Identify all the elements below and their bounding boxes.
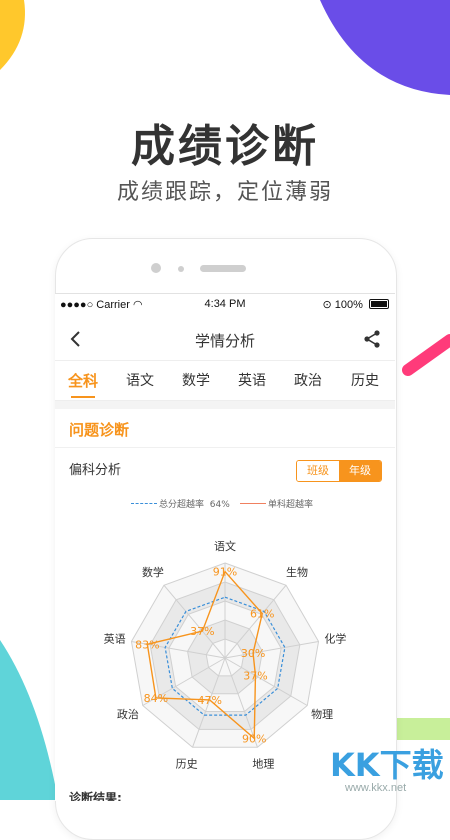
class-toggle-button[interactable]: 班级	[297, 461, 339, 481]
subject-bias-title: 偏科分析	[69, 463, 122, 478]
rotation-lock-icon: ⊙	[322, 299, 332, 311]
axis-label: 物理	[311, 707, 333, 721]
hero-subtitle: 成绩跟踪，定位薄弱	[116, 180, 333, 205]
axis-label: 历史	[176, 757, 198, 770]
section-divider	[55, 401, 395, 409]
diagnosis-label: 诊断结果:	[69, 791, 122, 801]
status-bar: ●●●●○ Carrier ◠ 4:34 PM ⊙ 100%	[55, 294, 395, 316]
tab-politics[interactable]: 政治	[280, 370, 336, 390]
tab-math[interactable]: 数学	[168, 370, 224, 390]
legend-total: 总分超越率 64%	[131, 497, 230, 510]
chart-legend: 总分超越率 64% 单科超越率	[55, 497, 395, 511]
phone-camera	[151, 263, 161, 273]
tab-all[interactable]: 全科	[55, 370, 111, 391]
phone-speaker	[200, 265, 246, 272]
legend-single-label: 单科超越率	[268, 500, 314, 510]
axis-label: 生物	[286, 565, 308, 579]
section-header: 问题诊断	[55, 409, 395, 448]
watermark-brand: KK下载	[330, 746, 444, 784]
green-block-decoration	[392, 718, 450, 740]
watermark-url: www.kkx.net	[345, 782, 407, 794]
data-label: 91%	[213, 566, 237, 579]
axis-label: 化学	[324, 632, 346, 646]
data-label: 37%	[243, 670, 267, 683]
data-label: 84%	[144, 692, 168, 705]
axis-label: 地理	[252, 757, 274, 770]
status-right: ⊙ 100%	[323, 298, 389, 311]
share-icon[interactable]	[361, 328, 383, 350]
legend-total-label: 总分超越率	[159, 500, 205, 510]
legend-single: 单科超越率	[240, 497, 313, 510]
axis-label: 英语	[104, 632, 126, 646]
subject-tabs: 全科 语文 数学 英语 政治 历史	[55, 360, 395, 401]
tab-english[interactable]: 英语	[224, 370, 280, 390]
tab-chinese[interactable]: 语文	[112, 370, 168, 390]
axis-label: 数学	[142, 565, 164, 579]
scope-toggle: 班级 年级	[296, 460, 382, 482]
active-tab-indicator	[71, 396, 95, 398]
page-title: 学情分析	[194, 332, 255, 350]
pink-stroke-decoration	[402, 334, 450, 376]
data-label: 90%	[242, 732, 266, 745]
yellow-blob-decoration	[0, 0, 25, 70]
data-label: 83%	[135, 638, 159, 651]
axis-label: 语文	[214, 539, 236, 553]
tab-history[interactable]: 历史	[337, 370, 393, 390]
data-label: 37%	[190, 625, 214, 638]
phone-sensor	[178, 266, 184, 272]
data-label: 47%	[198, 694, 222, 707]
battery-label: 100%	[334, 299, 363, 311]
phone-screen: ●●●●○ Carrier ◠ 4:34 PM ⊙ 100% 学情分析 全科 语…	[55, 293, 395, 801]
section-title: 问题诊断	[69, 421, 130, 439]
battery-icon	[369, 299, 389, 309]
purple-blob-decoration	[320, 0, 450, 95]
teal-wave-decoration	[0, 640, 58, 800]
legend-total-value: 64%	[209, 500, 230, 510]
axis-label: 政治	[117, 707, 139, 721]
legend-single-swatch	[240, 503, 266, 504]
data-label: 61%	[250, 608, 274, 621]
data-label: 30%	[241, 647, 265, 660]
hero-title: 成绩诊断	[131, 121, 319, 172]
grade-toggle-button[interactable]: 年级	[339, 461, 381, 481]
legend-total-swatch	[131, 503, 157, 504]
nav-bar: 学情分析	[55, 320, 395, 361]
